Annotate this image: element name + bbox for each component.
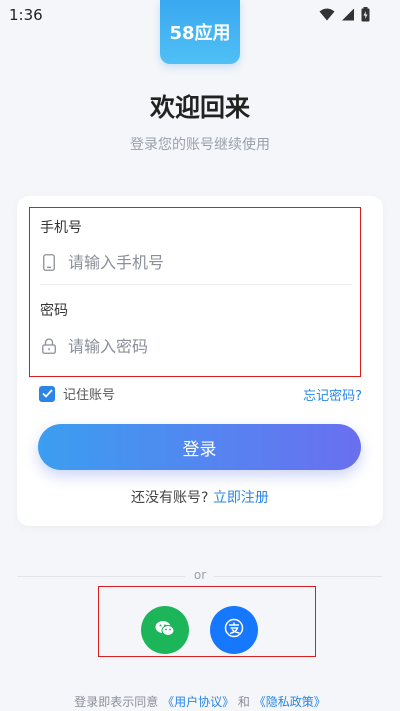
social-login-group — [98, 586, 316, 657]
agreement-prefix: 登录即表示同意 — [74, 695, 159, 709]
agreement-footer: 登录即表示同意 《用户协议》 和 《隐私政策》 — [0, 693, 400, 710]
page-title: 欢迎回来 — [149, 93, 250, 122]
password-field-row — [40, 326, 352, 366]
alipay-login-button[interactable] — [210, 606, 258, 654]
page-subtitle: 登录您的账号继续使用 — [130, 137, 270, 153]
password-label: 密码 — [40, 303, 68, 319]
credentials-group: 手机号 密码 — [29, 207, 361, 377]
check-icon — [41, 389, 53, 398]
register-link[interactable]: 立即注册 — [213, 490, 269, 506]
wechat-icon — [155, 620, 175, 641]
alipay-icon — [224, 618, 244, 642]
phone-divider — [40, 284, 352, 285]
wechat-login-button[interactable] — [141, 606, 189, 654]
register-row: 还没有账号? 立即注册 — [0, 487, 400, 507]
lock-icon — [40, 337, 58, 355]
phone-input[interactable] — [68, 252, 328, 272]
user-agreement-link[interactable]: 《用户协议》 — [162, 695, 234, 709]
forgot-password-link[interactable]: 忘记密码? — [303, 385, 362, 404]
password-input[interactable] — [68, 336, 328, 356]
divider-right — [214, 576, 382, 577]
status-icons — [319, 7, 370, 22]
phone-label: 手机号 — [40, 220, 82, 236]
signal-icon — [341, 8, 355, 21]
remember-checkbox[interactable] — [39, 385, 55, 402]
login-button[interactable]: 登录 — [38, 424, 361, 470]
remember-account[interactable]: 记住账号 — [39, 384, 115, 403]
privacy-policy-link[interactable]: 《隐私政策》 — [254, 695, 326, 709]
phone-icon — [40, 253, 58, 271]
register-prompt: 还没有账号? — [131, 490, 209, 506]
battery-icon — [361, 7, 370, 22]
agreement-and: 和 — [237, 695, 250, 709]
or-divider-text: or — [193, 568, 207, 582]
remember-label: 记住账号 — [63, 388, 116, 403]
wifi-icon — [319, 8, 335, 21]
app-logo: 58应用 — [160, 0, 240, 64]
status-time: 1:36 — [9, 6, 43, 24]
app-logo-text: 58应用 — [169, 23, 231, 44]
phone-field-row — [40, 242, 352, 282]
